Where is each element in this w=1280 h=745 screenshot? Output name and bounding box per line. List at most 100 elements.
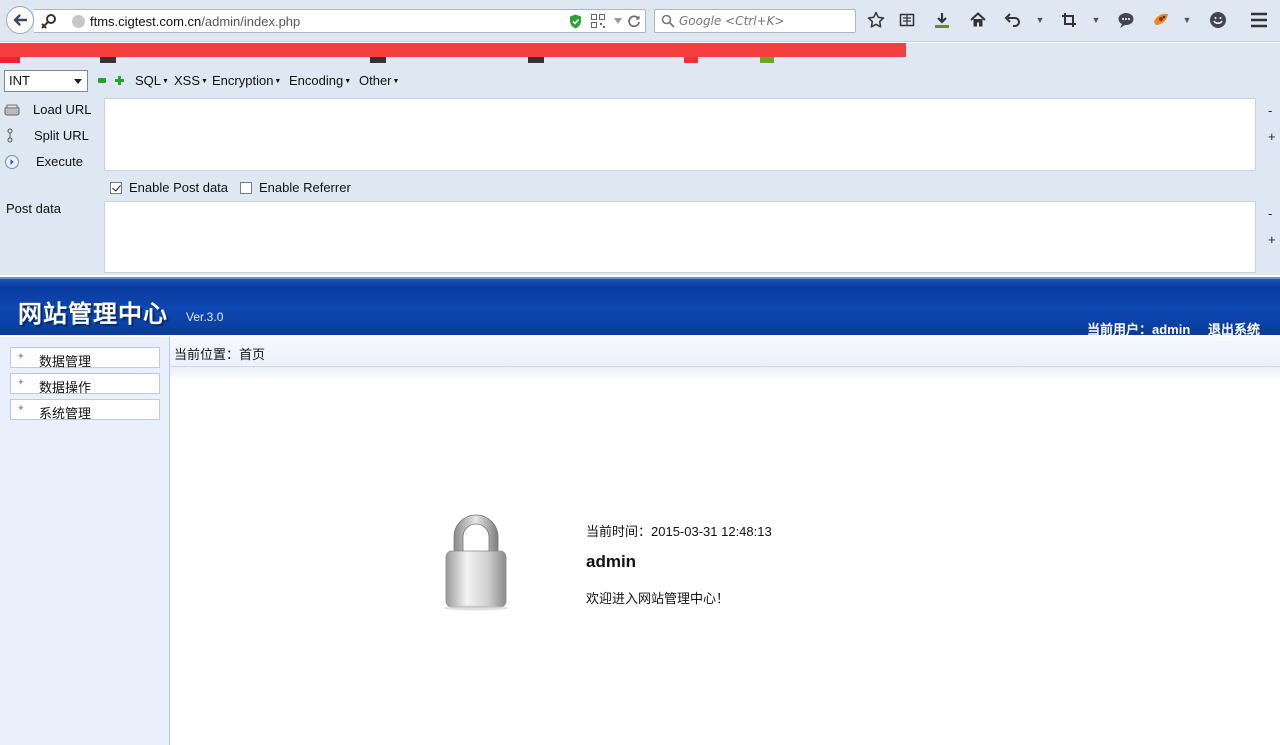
- url-textarea[interactable]: [104, 98, 1256, 171]
- search-input[interactable]: [679, 12, 851, 30]
- dropdown-arrow-icon[interactable]: [613, 16, 623, 26]
- addon-icon: [1154, 13, 1168, 25]
- enable-referrer-label: Enable Referrer: [259, 180, 351, 195]
- undo-button[interactable]: [1003, 10, 1023, 30]
- split-url-icon: [7, 128, 13, 143]
- chevron-down-icon: [74, 79, 82, 84]
- url-text[interactable]: ftms.cigtest.com.cn/admin/index.php: [90, 14, 300, 29]
- chat-button[interactable]: [1116, 10, 1136, 30]
- content-shadow: [170, 367, 1280, 381]
- split-url-button[interactable]: Split URL: [0, 126, 100, 146]
- crop-dropdown-icon[interactable]: ▼: [1091, 12, 1101, 28]
- url-grow-button[interactable]: +: [1268, 129, 1276, 144]
- execute-label: Execute: [36, 154, 83, 169]
- download-button[interactable]: [932, 10, 952, 30]
- enable-referrer-checkbox[interactable]: Enable Referrer: [240, 180, 351, 195]
- post-data-label: Post data: [6, 201, 61, 216]
- breadcrumb-bar: 当前位置：首页: [170, 337, 1280, 367]
- undo-icon: [1004, 13, 1020, 27]
- bullet-icon: ✦: [17, 351, 25, 361]
- search-bar[interactable]: [654, 9, 856, 33]
- bookmarks-bar: [0, 43, 1280, 67]
- menu-xss[interactable]: XSS▼: [174, 73, 208, 88]
- star-icon: [867, 11, 885, 28]
- bookmark-fragment: [760, 57, 774, 63]
- url-bar[interactable]: ftms.cigtest.com.cn/admin/index.php: [34, 9, 646, 33]
- reading-list-icon: [899, 13, 915, 27]
- sidebar-item-label: 数据管理: [39, 354, 92, 369]
- sidebar: ✦ 数据管理 ✦ 数据操作 ✦ 系统管理: [0, 337, 170, 745]
- admin-header: 网站管理中心 Ver.3.0 当前用户：admin 退出系统: [0, 277, 1280, 338]
- logout-link[interactable]: 退出系统: [1208, 319, 1260, 338]
- shield-icon[interactable]: [569, 14, 582, 29]
- decrease-icon[interactable]: [98, 78, 106, 83]
- bullet-icon: ✦: [17, 377, 25, 387]
- post-shrink-button[interactable]: -: [1268, 206, 1272, 221]
- reload-icon[interactable]: [627, 14, 641, 28]
- sidebar-item-data-operation[interactable]: ✦ 数据操作: [10, 373, 160, 395]
- crop-button[interactable]: [1059, 10, 1079, 30]
- version-label: Ver.3.0: [186, 310, 224, 324]
- bookmark-fragment: [528, 57, 544, 63]
- lock-icon: [444, 514, 508, 611]
- download-icon: [935, 13, 949, 28]
- load-url-button[interactable]: Load URL: [0, 100, 100, 120]
- sidebar-item-system-management[interactable]: ✦ 系统管理: [10, 399, 160, 421]
- split-url-label: Split URL: [34, 128, 89, 143]
- bookmark-fragment: [100, 57, 116, 63]
- bullet-icon: ✦: [17, 403, 25, 413]
- globe-icon: [72, 15, 85, 28]
- chat-icon: [1118, 13, 1134, 28]
- post-grow-button[interactable]: +: [1268, 232, 1276, 247]
- addon-button[interactable]: [1151, 10, 1171, 30]
- execute-icon: [5, 155, 19, 169]
- checkbox-checked-icon: [110, 181, 122, 194]
- redaction-bar: [0, 43, 906, 57]
- url-shrink-button[interactable]: -: [1268, 103, 1272, 118]
- bookmark-fragment: [684, 57, 698, 63]
- menu-encryption[interactable]: Encryption▼: [212, 73, 281, 88]
- welcome-message: 欢迎进入网站管理中心！: [586, 591, 730, 606]
- type-select-value: INT: [9, 73, 30, 88]
- hackbar: INT SQL▼ XSS▼ Encryption▼ Encoding▼ Othe…: [0, 67, 1280, 275]
- increase-icon[interactable]: [115, 76, 124, 85]
- sidebar-item-data-management[interactable]: ✦ 数据管理: [10, 347, 160, 369]
- undo-dropdown-icon[interactable]: ▼: [1035, 12, 1045, 28]
- enable-post-label: Enable Post data: [129, 180, 229, 195]
- main-menu-button[interactable]: [1249, 10, 1269, 30]
- breadcrumb: 当前位置：首页: [174, 347, 266, 362]
- welcome-username: admin: [586, 552, 637, 571]
- crop-icon: [1062, 13, 1076, 27]
- hamburger-menu-icon: [1251, 12, 1267, 28]
- bookmark-star-button[interactable]: [866, 10, 886, 30]
- bookmark-fragment: [0, 57, 20, 63]
- sidebar-item-label: 数据操作: [39, 380, 92, 395]
- main-content: 当前时间：2015-03-31 12:48:13 admin 欢迎进入网站管理中…: [170, 367, 1280, 745]
- home-icon: [970, 12, 986, 27]
- home-button[interactable]: [968, 10, 988, 30]
- load-url-icon: [4, 104, 20, 116]
- smiley-icon: [1210, 12, 1226, 28]
- reading-list-button[interactable]: [897, 10, 917, 30]
- addon-dropdown-icon[interactable]: ▼: [1182, 12, 1192, 28]
- menu-encoding[interactable]: Encoding▼: [289, 73, 351, 88]
- load-url-label: Load URL: [33, 102, 92, 117]
- current-time-text: 当前时间：2015-03-31 12:48:13: [586, 524, 772, 539]
- current-user-label: 当前用户：admin: [1087, 322, 1191, 337]
- sidebar-item-label: 系统管理: [39, 406, 92, 421]
- qr-code-icon[interactable]: [591, 14, 605, 28]
- feedback-button[interactable]: [1208, 10, 1228, 30]
- execute-button[interactable]: Execute: [0, 152, 100, 172]
- menu-sql[interactable]: SQL▼: [135, 73, 169, 88]
- browser-toolbar: ftms.cigtest.com.cn/admin/index.php ▼: [0, 0, 1280, 42]
- menu-other[interactable]: Other▼: [359, 73, 399, 88]
- back-arrow-icon: [13, 14, 28, 26]
- search-icon: [661, 14, 675, 28]
- back-button[interactable]: [6, 6, 34, 34]
- bookmark-fragment: [370, 57, 386, 63]
- identity-key-icon[interactable]: [38, 12, 58, 30]
- post-data-textarea[interactable]: [104, 201, 1256, 273]
- enable-post-checkbox[interactable]: Enable Post data: [110, 180, 228, 195]
- checkbox-unchecked-icon: [240, 181, 252, 194]
- type-select[interactable]: INT: [4, 70, 88, 92]
